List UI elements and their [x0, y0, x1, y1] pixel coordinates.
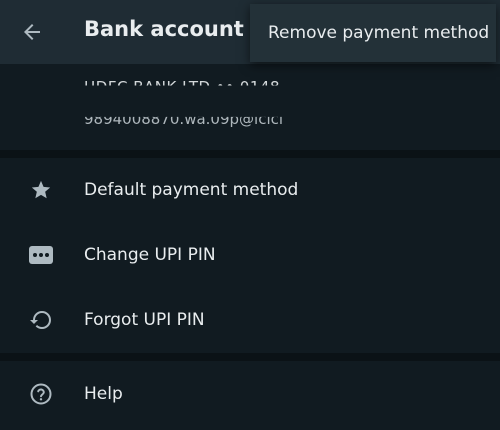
section-divider [0, 150, 500, 158]
reset-icon [26, 305, 56, 335]
bank-account-name: HDFC BANK LTD •• 0148 [84, 78, 280, 96]
help-icon [26, 379, 56, 409]
arrow-left-icon [24, 24, 40, 40]
star-icon [26, 175, 56, 205]
bank-account-details-screen: Bank account de Remove payment method HD… [0, 0, 500, 430]
section-divider [0, 353, 500, 361]
forgot-upi-pin-label: Forgot UPI PIN [84, 310, 205, 330]
upi-id: 9894008870.wa.09p@icici [84, 110, 284, 128]
help-row[interactable]: Help [0, 362, 500, 426]
account-info: HDFC BANK LTD •• 0148 9894008870.wa.09p@… [0, 64, 500, 150]
pin-dots-icon [26, 240, 56, 270]
forgot-upi-pin-row[interactable]: Forgot UPI PIN [0, 288, 500, 352]
overflow-menu: Remove payment method [250, 4, 496, 62]
remove-payment-method-menu-item[interactable]: Remove payment method [250, 4, 496, 62]
help-label: Help [84, 384, 123, 404]
change-upi-pin-label: Change UPI PIN [84, 245, 216, 265]
back-button[interactable] [14, 14, 50, 50]
default-payment-method-row[interactable]: Default payment method [0, 158, 500, 222]
change-upi-pin-row[interactable]: Change UPI PIN [0, 223, 500, 287]
default-payment-method-label: Default payment method [84, 180, 299, 200]
